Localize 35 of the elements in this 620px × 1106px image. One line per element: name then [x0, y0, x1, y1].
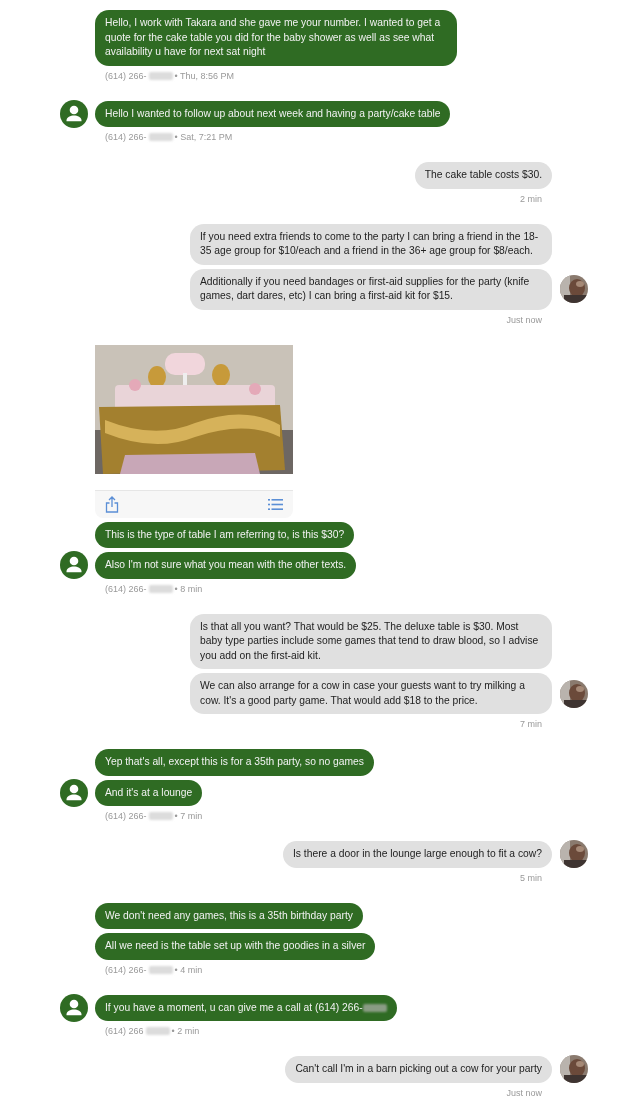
message-time: 2 min	[520, 193, 542, 204]
message-text: We don't need any games, this is a 35th birthday party	[105, 908, 353, 923]
message-time: Just now	[506, 314, 542, 325]
list-icon[interactable]	[268, 498, 283, 510]
message-text: The cake table costs $30.	[424, 168, 542, 182]
message-text: Is that all you want? That would be $25. The deluxe table is $30. Most baby type parties include some games that tend to draw blood, so I advise you add on the first-aid kit.	[200, 619, 540, 663]
phone-number: (614) 266-	[105, 132, 147, 142]
message-text: This is the type of table I am referring to, is this $30?	[105, 527, 345, 542]
message-text: If you need extra friends to come to the party I can bring a friend in the 18-35 age group for $10/each and a friend in the 36+ age group for $8/each.	[200, 229, 540, 258]
message-time: 7 min	[520, 719, 542, 729]
message-text: Also I'm not sure what you mean with the other texts.	[105, 558, 347, 572]
message-time: 5 min	[520, 872, 542, 883]
message-time: • 2 min	[171, 1026, 200, 1036]
message-text: Is there a door in the lounge large enough to fit a cow?	[293, 847, 542, 861]
message-time: Just now	[506, 1087, 542, 1098]
message-text: And it's at a lounge	[105, 785, 193, 800]
message-time: • 7 min	[174, 811, 203, 821]
phone-number: (614) 266	[105, 1026, 144, 1036]
phone-number: (614) 266-	[105, 583, 147, 594]
share-icon[interactable]	[105, 495, 119, 513]
message-text: Additionally if you need bandages or first-aid supplies for the party (knife games, dart dares, etc) I can bring a first-aid kit for $15.	[200, 274, 531, 303]
message-time: • 8 min	[174, 583, 203, 594]
message-text: If you have a moment, u can give me a call at (614) 266-	[105, 1000, 363, 1015]
message-text: We can also arrange for a cow in case your guests want to try milking a cow. It's a good party game. That would add $18 to the price.	[200, 679, 526, 708]
message-time: • Sat, 7:21 PM	[174, 132, 233, 142]
phone-number: (614) 266-	[105, 964, 147, 975]
phone-number: (614) 266-	[105, 811, 147, 821]
message-time: • 4 min	[174, 964, 203, 975]
message-text: Hello I wanted to follow up about next week and having a party/cake table	[105, 106, 441, 121]
message-time: • Thu, 8:56 PM	[174, 70, 235, 81]
message-text: Hello, I work with Takara and she gave me your number. I wanted to get a quote for the cake table you did for the baby shower as well as see what availability u have for next sat night	[105, 16, 442, 59]
message-text: Can't call I'm in a barn picking out a cow for your party	[295, 1062, 542, 1076]
message-text: Yep that's all, except this is for a 35th party, so no games	[105, 755, 364, 769]
phone-number: (614) 266-	[105, 70, 147, 81]
message-text: All we need is the table set up with the goodies in a silver	[105, 939, 366, 953]
